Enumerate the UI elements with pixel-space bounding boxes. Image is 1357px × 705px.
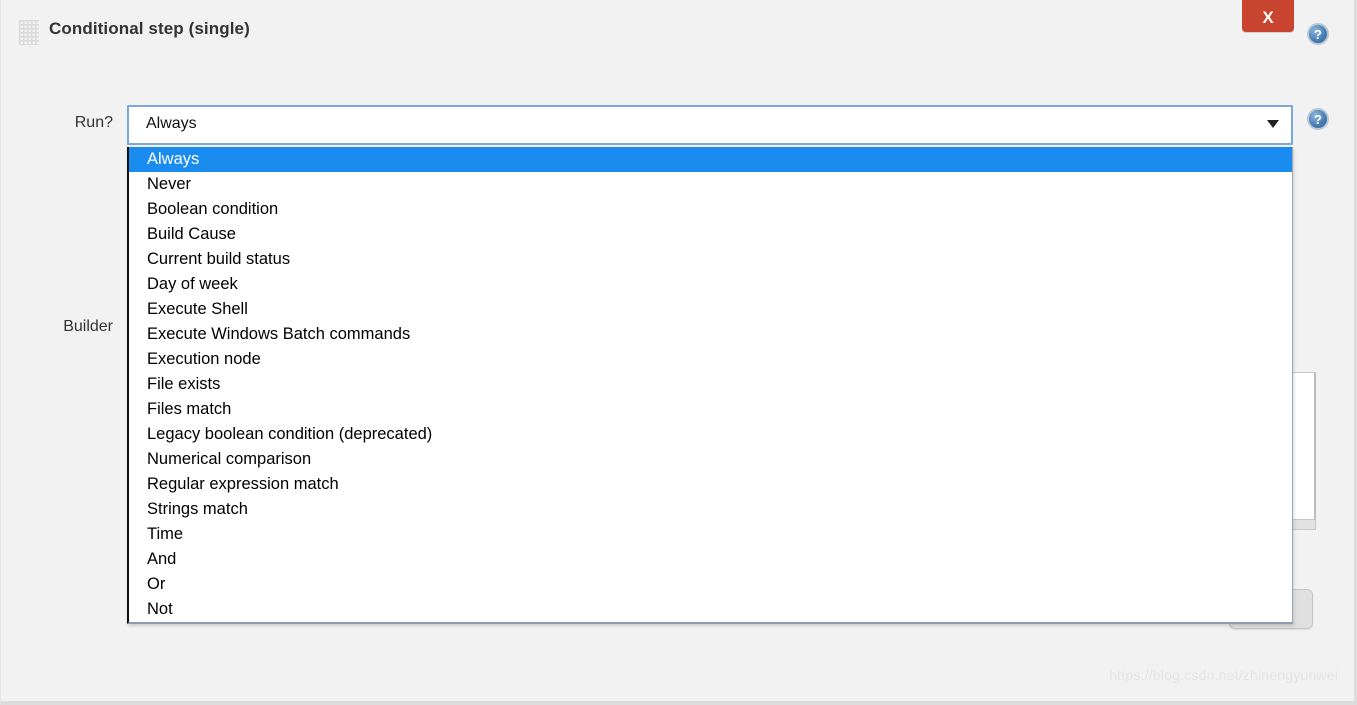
dropdown-option[interactable]: Execution node — [129, 347, 1292, 372]
dropdown-option[interactable]: Always — [129, 147, 1292, 172]
dropdown-option[interactable]: Execute Shell — [129, 297, 1292, 322]
help-icon[interactable]: ? — [1307, 23, 1329, 45]
dropdown-option[interactable]: Or — [129, 572, 1292, 597]
drag-handle-icon[interactable] — [19, 20, 39, 45]
dropdown-option[interactable]: Time — [129, 522, 1292, 547]
dropdown-option[interactable]: Never — [129, 172, 1292, 197]
page-title: Conditional step (single) — [49, 19, 250, 38]
run-select[interactable]: Always — [127, 105, 1293, 145]
help-icon-run-field[interactable]: ? — [1307, 108, 1329, 130]
dropdown-option[interactable]: Current build status — [129, 247, 1292, 272]
run-field-label: Run? — [74, 114, 113, 131]
watermark: https://blog.csdn.net/zhinengyunwei — [1109, 667, 1338, 683]
dropdown-option[interactable]: And — [129, 547, 1292, 572]
run-select-dropdown[interactable]: Always Never Boolean condition Build Cause C… — [127, 147, 1293, 624]
dropdown-option[interactable]: Execute Windows Batch commands — [129, 322, 1292, 347]
dropdown-option[interactable]: File exists — [129, 372, 1292, 397]
dropdown-option[interactable]: Not — [129, 597, 1292, 622]
dropdown-option[interactable]: Regular expression match — [129, 472, 1292, 497]
builder-field-label: Builder — [63, 318, 113, 335]
dropdown-option[interactable]: Files match — [129, 397, 1292, 422]
close-button[interactable]: X — [1242, 0, 1294, 32]
dropdown-option[interactable]: Legacy boolean condition (deprecated) — [129, 422, 1292, 447]
run-select-value: Always — [146, 115, 197, 132]
panel-header: Conditional step (single) X ? — [1, 0, 1341, 68]
dropdown-option[interactable]: Day of week — [129, 272, 1292, 297]
dropdown-option[interactable]: Build Cause — [129, 222, 1292, 247]
conditional-step-panel: Conditional step (single) X ? Run? Build… — [0, 0, 1357, 705]
chevron-down-icon — [1267, 120, 1279, 128]
dropdown-option[interactable]: Numerical comparison — [129, 447, 1292, 472]
dropdown-option[interactable]: Boolean condition — [129, 197, 1292, 222]
dropdown-option[interactable]: Strings match — [129, 497, 1292, 522]
